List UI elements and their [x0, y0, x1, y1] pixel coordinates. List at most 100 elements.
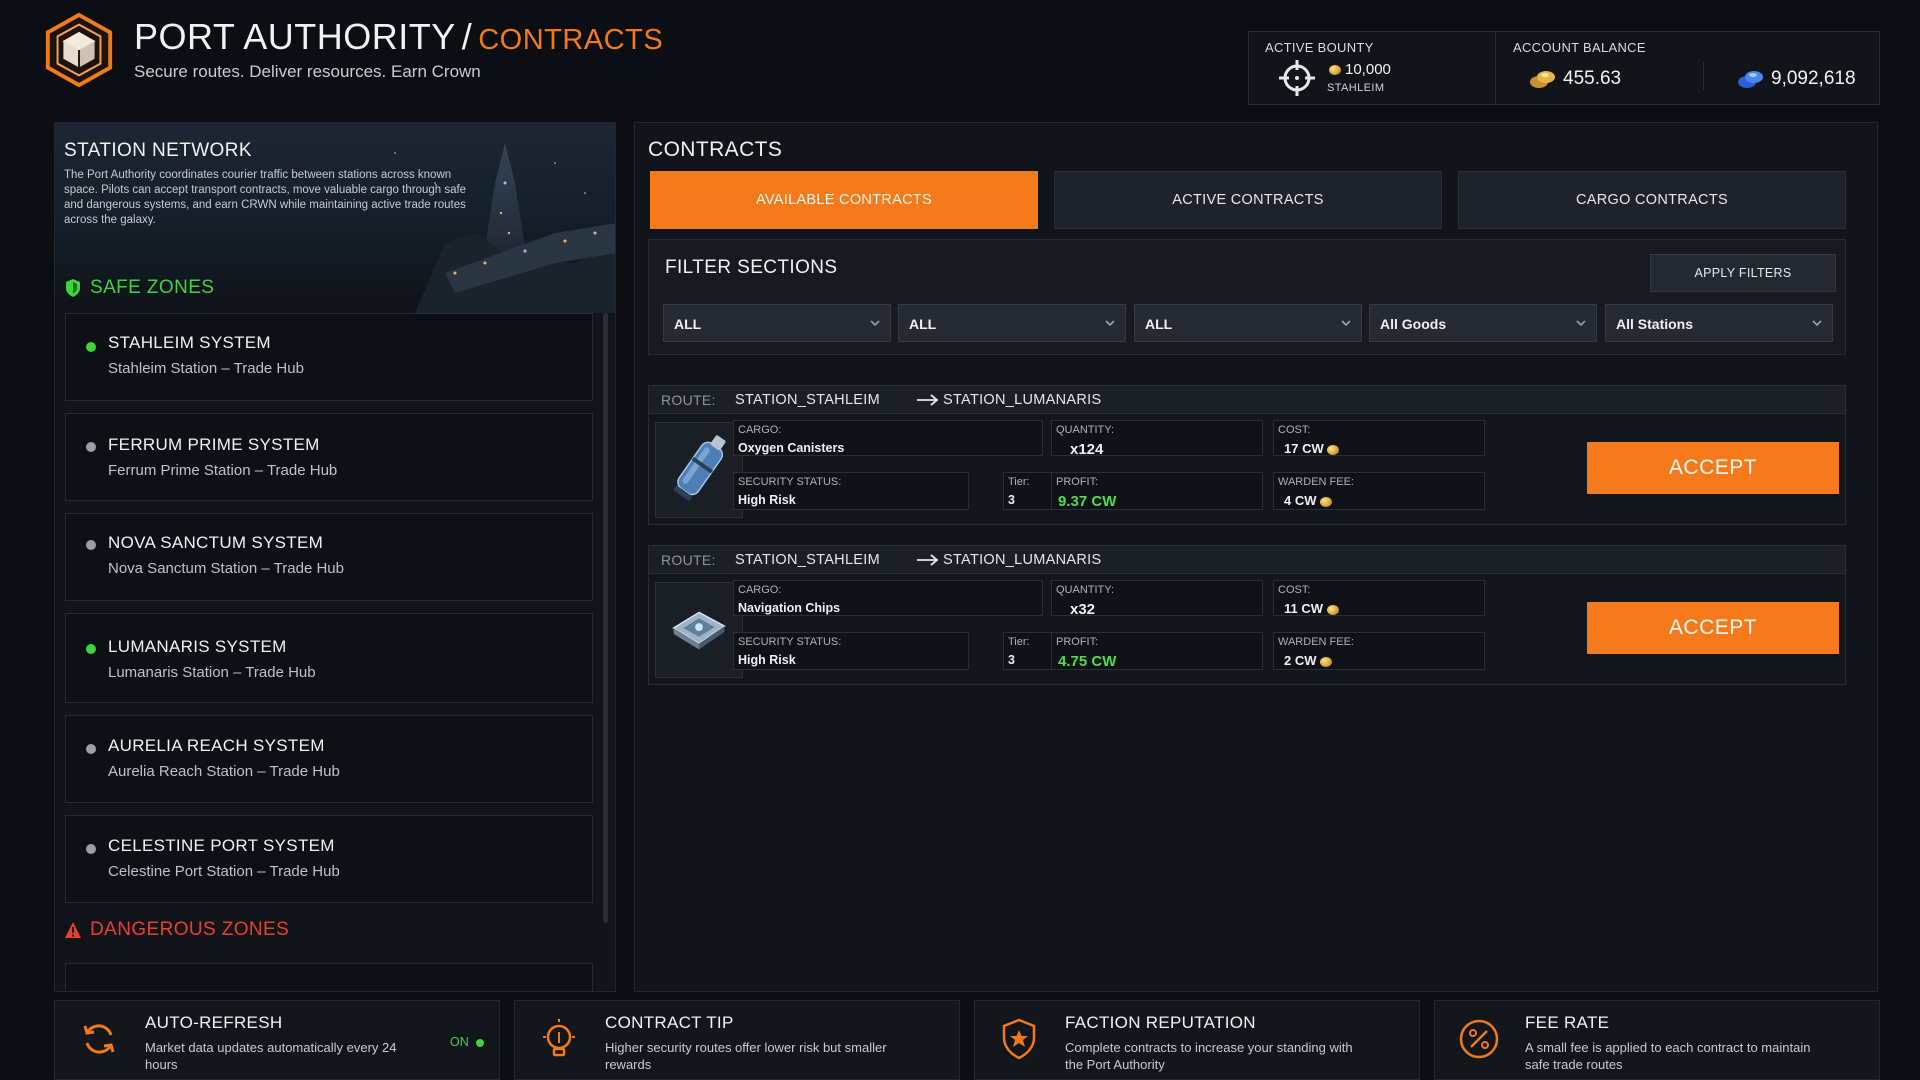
apply-filters-button[interactable]: APPLY FILTERS: [1650, 254, 1836, 292]
status-dot-offline: [86, 744, 96, 754]
cargo-value: Oxygen Canisters: [738, 441, 845, 455]
navigation-chip-icon: [672, 611, 726, 650]
quantity-label: QUANTITY:: [1056, 424, 1115, 436]
blue-crystal-icon: [1738, 71, 1763, 88]
system-station: Lumanaris Station – Trade Hub: [108, 664, 316, 681]
fee-rate-text: A small fee is applied to each contract …: [1525, 1040, 1811, 1072]
profit-cell: PROFIT: 4.75 CW: [1051, 632, 1263, 670]
system-name: FERRUM PRIME SYSTEM: [108, 435, 320, 454]
sidebar-item-dangerous-partial[interactable]: [65, 963, 593, 991]
warden-fee-value: 2 CW: [1284, 653, 1336, 668]
fee-rate-card: FEE RATE A small fee is applied to each …: [1434, 1000, 1880, 1080]
refresh-icon: [83, 1024, 115, 1054]
filter-select-goods[interactable]: All Goods: [1369, 304, 1597, 342]
select-value: ALL: [674, 316, 702, 332]
system-name: LUMANARIS SYSTEM: [108, 637, 287, 656]
page-subtitle: Secure routes. Deliver resources. Earn C…: [134, 62, 481, 81]
system-name: NOVA SANCTUM SYSTEM: [108, 533, 324, 552]
blue-balance: 9,092,618: [1771, 68, 1856, 89]
cargo-image: [655, 582, 743, 678]
route-to: STATION_LUMANARIS: [943, 552, 1102, 568]
lightbulb-icon: [543, 1019, 575, 1057]
warden-fee-value: 4 CW: [1284, 493, 1336, 508]
warden-fee-label: WARDEN FEE:: [1278, 636, 1354, 648]
system-station: Ferrum Prime Station – Trade Hub: [108, 462, 338, 479]
oxygen-canister-icon: [673, 435, 726, 501]
section-title: CONTRACTS: [478, 24, 664, 56]
cost-cell: COST: 17 CW: [1273, 420, 1485, 456]
route-label: ROUTE:: [661, 392, 716, 408]
gold-coin-icon: [1320, 656, 1333, 667]
status-dot-offline: [86, 442, 96, 452]
app-title: PORT AUTHORITY: [134, 16, 456, 57]
system-station: Stahleim Station – Trade Hub: [108, 360, 304, 377]
cost-value: 17 CW: [1284, 441, 1343, 456]
bounty-amount: 10,000: [1329, 61, 1391, 78]
chevron-down-icon: [1812, 320, 1822, 327]
filter-select-3[interactable]: ALL: [1134, 304, 1362, 342]
system-name: STAHLEIM SYSTEM: [108, 333, 271, 352]
auto-refresh-text: Market data updates automatically every …: [145, 1040, 397, 1072]
stat-divider: [1495, 32, 1496, 104]
profit-value: 9.37 CW: [1058, 493, 1117, 510]
sidebar-item-lumanaris[interactable]: LUMANARIS SYSTEM Lumanaris Station – Tra…: [65, 613, 593, 703]
gold-coin-icon: [1327, 444, 1340, 455]
route-label: ROUTE:: [661, 552, 716, 568]
cost-value: 11 CW: [1284, 601, 1343, 616]
tier-label: Tier:: [1008, 476, 1030, 488]
cost-cell: COST: 11 CW: [1273, 580, 1485, 616]
system-name: AURELIA REACH SYSTEM: [108, 736, 325, 755]
contract-card: ROUTE: STATION_STAHLEIM STATION_LUMANARI…: [648, 385, 1846, 525]
shield-star-icon: [1002, 1018, 1036, 1060]
contract-tip-title: CONTRACT TIP: [605, 1013, 734, 1032]
account-stats-panel: ACTIVE BOUNTY 10,000 STAHLEIM ACCOUNT BA…: [1248, 31, 1880, 105]
sidebar-item-ferrum-prime[interactable]: FERRUM PRIME SYSTEM Ferrum Prime Station…: [65, 413, 593, 501]
auto-refresh-status[interactable]: ON: [450, 1035, 469, 1049]
route-to: STATION_LUMANARIS: [943, 392, 1102, 408]
tab-available-contracts[interactable]: AVAILABLE CONTRACTS: [650, 171, 1038, 229]
chevron-down-icon: [1341, 320, 1351, 327]
tab-active-contracts[interactable]: ACTIVE CONTRACTS: [1054, 171, 1442, 229]
dangerous-zones-label: DANGEROUS ZONES: [90, 919, 290, 940]
quantity-value: x124: [1070, 441, 1104, 458]
active-bounty-label: ACTIVE BOUNTY: [1265, 40, 1374, 55]
status-dot-online: [86, 342, 96, 352]
filter-select-1[interactable]: ALL: [663, 304, 891, 342]
cargo-cell: CARGO: Oxygen Canisters: [733, 420, 1043, 456]
faction-reputation-text: Complete contracts to increase your stan…: [1065, 1040, 1353, 1072]
sidebar-item-aurelia-reach[interactable]: AURELIA REACH SYSTEM Aurelia Reach Stati…: [65, 715, 593, 803]
tab-cargo-contracts[interactable]: CARGO CONTRACTS: [1458, 171, 1846, 229]
warden-fee-label: WARDEN FEE:: [1278, 476, 1354, 488]
sidebar-scrollbar[interactable]: [603, 313, 608, 923]
station-network-panel: STATION NETWORK The Port Authority coord…: [54, 122, 616, 992]
contract-tip-card: CONTRACT TIP Higher security routes offe…: [514, 1000, 960, 1080]
sidebar-item-stahleim[interactable]: STAHLEIM SYSTEM Stahleim Station – Trade…: [65, 313, 593, 401]
cost-label: COST:: [1278, 424, 1311, 436]
filter-select-stations[interactable]: All Stations: [1605, 304, 1833, 342]
sidebar-item-nova-sanctum[interactable]: NOVA SANCTUM SYSTEM Nova Sanctum Station…: [65, 513, 593, 601]
filter-select-2[interactable]: ALL: [898, 304, 1126, 342]
security-label: SECURITY STATUS:: [738, 636, 842, 648]
status-dot-online: [476, 1039, 484, 1047]
faction-reputation-card: FACTION REPUTATION Complete contracts to…: [974, 1000, 1420, 1080]
status-dot-offline: [86, 844, 96, 854]
accept-button[interactable]: ACCEPT: [1587, 602, 1839, 654]
system-station: Celestine Port Station – Trade Hub: [108, 863, 340, 880]
profit-label: PROFIT:: [1056, 476, 1099, 488]
port-authority-logo-icon: [45, 12, 113, 88]
security-cell: SECURITY STATUS: High Risk: [733, 632, 969, 670]
cargo-label: CARGO:: [738, 424, 782, 436]
quantity-cell: QUANTITY: x124: [1051, 420, 1263, 458]
accept-button[interactable]: ACCEPT: [1587, 442, 1839, 494]
filter-sections: FILTER SECTIONS APPLY FILTERS ALL ALL AL…: [648, 239, 1846, 355]
cargo-image: [655, 422, 743, 518]
page-title: PORT AUTHORITY / CONTRACTS: [134, 16, 663, 58]
contracts-panel: CONTRACTS AVAILABLE CONTRACTS ACTIVE CON…: [634, 122, 1878, 992]
security-cell: SECURITY STATUS: High Risk: [733, 472, 969, 510]
stat-divider: [1703, 62, 1704, 90]
cargo-cell: CARGO: Navigation Chips: [733, 580, 1043, 616]
system-name: CELESTINE PORT SYSTEM: [108, 836, 335, 855]
route-from: STATION_STAHLEIM: [735, 392, 880, 408]
sidebar-item-celestine-port[interactable]: CELESTINE PORT SYSTEM Celestine Port Sta…: [65, 815, 593, 903]
dangerous-zones-header: DANGEROUS ZONES: [64, 919, 289, 941]
